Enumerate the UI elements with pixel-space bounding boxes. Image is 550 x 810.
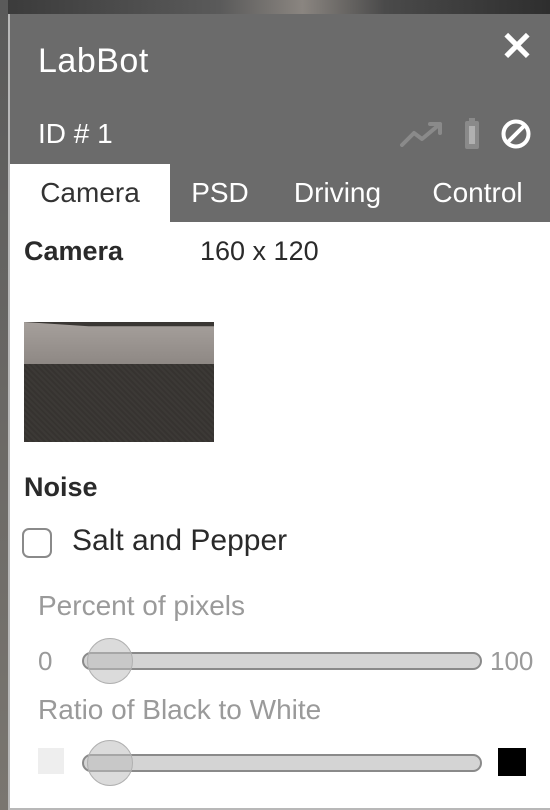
battery-icon: [464, 118, 480, 150]
percent-min-label: 0: [38, 646, 53, 676]
ratio-slider-track[interactable]: [82, 754, 482, 772]
panel-title: LabBot: [38, 42, 149, 80]
tab-bar: Camera PSD Driving Control: [10, 164, 550, 222]
camera-preview-wall: [24, 322, 214, 364]
percent-pixels-slider-thumb[interactable]: [87, 638, 134, 684]
tab-control[interactable]: Control: [405, 164, 550, 222]
panel-header[interactable]: LabBot ✕ ID # 1: [10, 14, 550, 164]
robot-panel: LabBot ✕ ID # 1 Camera PSD Driving Contr…: [8, 14, 550, 810]
status-icons: [400, 114, 532, 154]
white-swatch: [38, 748, 64, 774]
noise-heading: Noise: [24, 472, 98, 502]
percent-pixels-slider-track[interactable]: [82, 652, 482, 670]
camera-heading: Camera: [24, 236, 124, 266]
camera-preview-floor: [24, 364, 214, 442]
camera-preview: [24, 322, 214, 442]
robot-id: ID # 1: [38, 118, 113, 149]
salt-pepper-label[interactable]: Salt and Pepper: [72, 524, 287, 558]
close-icon[interactable]: ✕: [500, 27, 534, 67]
background-scene-edge: [0, 0, 8, 810]
tab-camera[interactable]: Camera: [10, 164, 170, 222]
percent-pixels-label: Percent of pixels: [38, 590, 245, 621]
tab-psd[interactable]: PSD: [170, 164, 270, 222]
chart-trend-icon: [400, 121, 444, 147]
salt-pepper-checkbox[interactable]: [22, 528, 52, 558]
tab-driving[interactable]: Driving: [270, 164, 405, 222]
percent-max-label: 100: [490, 646, 534, 676]
camera-resolution: 160 x 120: [200, 236, 319, 266]
background-scene: [0, 0, 550, 14]
ratio-label: Ratio of Black to White: [38, 694, 322, 725]
ratio-slider-thumb[interactable]: [87, 740, 134, 786]
prohibited-icon[interactable]: [500, 118, 532, 150]
black-swatch: [498, 748, 526, 776]
